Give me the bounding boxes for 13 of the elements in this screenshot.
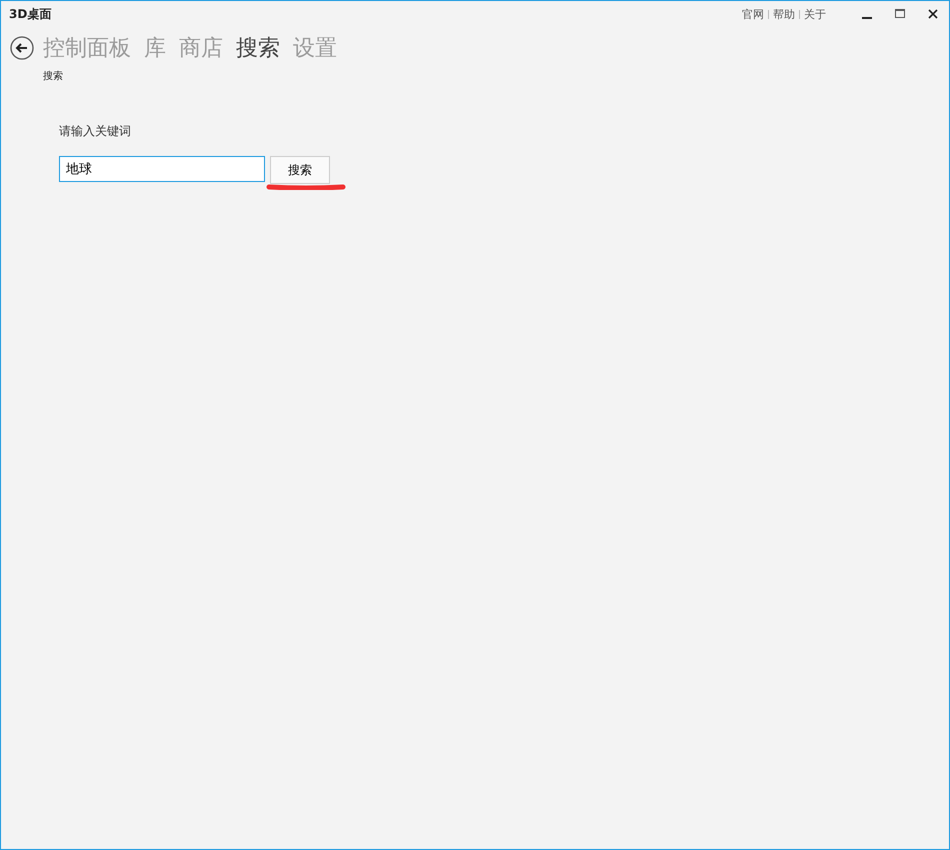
close-icon xyxy=(928,9,938,19)
nav-tab[interactable]: 搜索 xyxy=(236,33,280,63)
title-link[interactable]: 帮助 xyxy=(769,6,799,22)
page-subtitle: 搜索 xyxy=(43,70,64,83)
keyword-input[interactable]: 地球 xyxy=(59,156,265,182)
keyword-label: 请输入关键词 xyxy=(59,123,132,140)
maximize-icon xyxy=(894,9,904,19)
title-link[interactable]: 关于 xyxy=(800,6,830,22)
search-button[interactable]: 搜索 xyxy=(270,156,330,184)
minimize-icon xyxy=(862,17,872,19)
window-title: 3D桌面 xyxy=(9,6,52,22)
back-button[interactable] xyxy=(10,36,34,60)
title-link[interactable]: 官网 xyxy=(738,6,768,22)
